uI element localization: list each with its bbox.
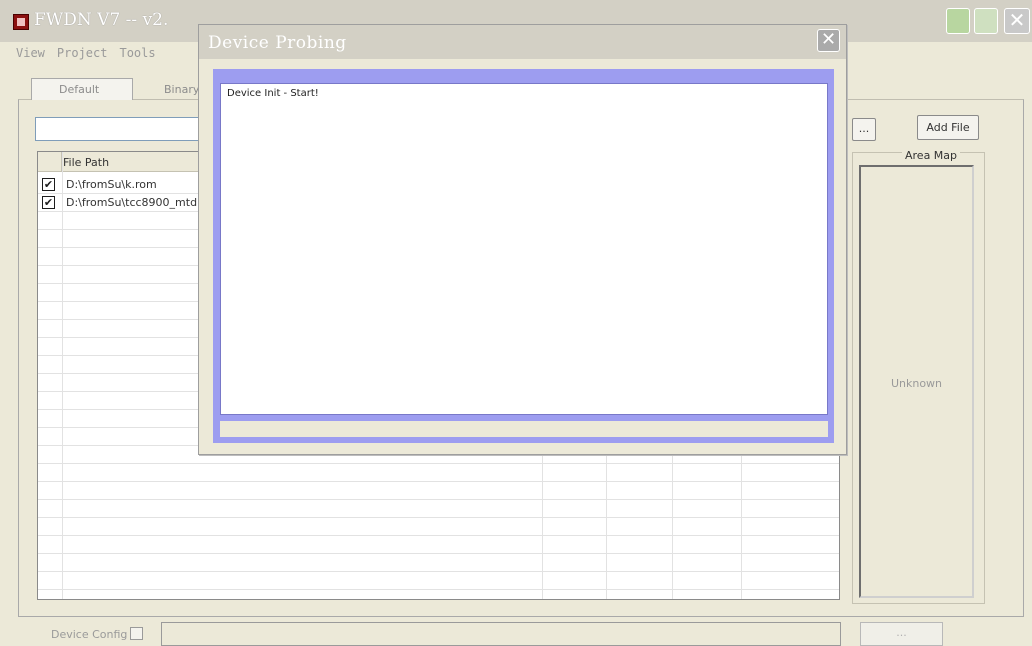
close-icon: ✕: [820, 29, 837, 50]
row-file-path: D:\fromSu\tcc8900_mtd.i: [66, 196, 204, 209]
table-row-empty: [38, 464, 839, 482]
device-config-browse-button[interactable]: ...: [860, 622, 943, 646]
tab-binary[interactable]: Binary: [134, 80, 204, 100]
menu-bar: View Project Tools: [16, 46, 156, 64]
dialog-titlebar[interactable]: Device Probing ✕: [199, 25, 846, 59]
app-icon: [13, 14, 29, 30]
table-row-empty: [38, 518, 839, 536]
table-row-empty: [38, 482, 839, 500]
area-map[interactable]: Unknown: [859, 165, 974, 598]
row-file-path: D:\fromSu\k.rom: [66, 178, 157, 191]
device-config-field[interactable]: [161, 622, 841, 646]
device-probing-dialog: Device Probing ✕ Device Init - Start!: [198, 24, 847, 455]
tab-default[interactable]: Default: [31, 78, 133, 100]
browse-button[interactable]: ...: [852, 118, 876, 141]
close-window-button[interactable]: ✕: [1004, 8, 1030, 34]
table-row-empty: [38, 572, 839, 590]
check-column-header[interactable]: [38, 152, 62, 172]
dialog-log-frame: Device Init - Start!: [213, 69, 834, 443]
dialog-log-text[interactable]: Device Init - Start!: [220, 83, 828, 415]
device-config-label: Device Config: [51, 628, 128, 641]
minimize-button[interactable]: [946, 8, 970, 34]
row-checkbox[interactable]: ✔: [42, 178, 55, 191]
add-file-button[interactable]: Add File: [917, 115, 979, 140]
app-title: FWDN V7 -- v2.: [34, 10, 169, 30]
dialog-status-bar: [220, 421, 828, 437]
table-row-empty: [38, 500, 839, 518]
device-config-checkbox[interactable]: [130, 627, 143, 640]
menu-tools[interactable]: Tools: [119, 46, 155, 64]
menu-view[interactable]: View: [16, 46, 45, 64]
file-path-column-header[interactable]: File Path: [63, 156, 109, 169]
area-map-status: Unknown: [890, 377, 943, 390]
menu-project[interactable]: Project: [57, 46, 108, 64]
maximize-button[interactable]: [974, 8, 998, 34]
dialog-close-button[interactable]: ✕: [817, 29, 840, 52]
area-map-legend: Area Map: [902, 149, 961, 162]
row-checkbox[interactable]: ✔: [42, 196, 55, 209]
dialog-title: Device Probing: [208, 33, 347, 53]
table-row-empty: [38, 536, 839, 554]
close-icon: ✕: [1008, 8, 1026, 32]
table-row-empty: [38, 554, 839, 572]
